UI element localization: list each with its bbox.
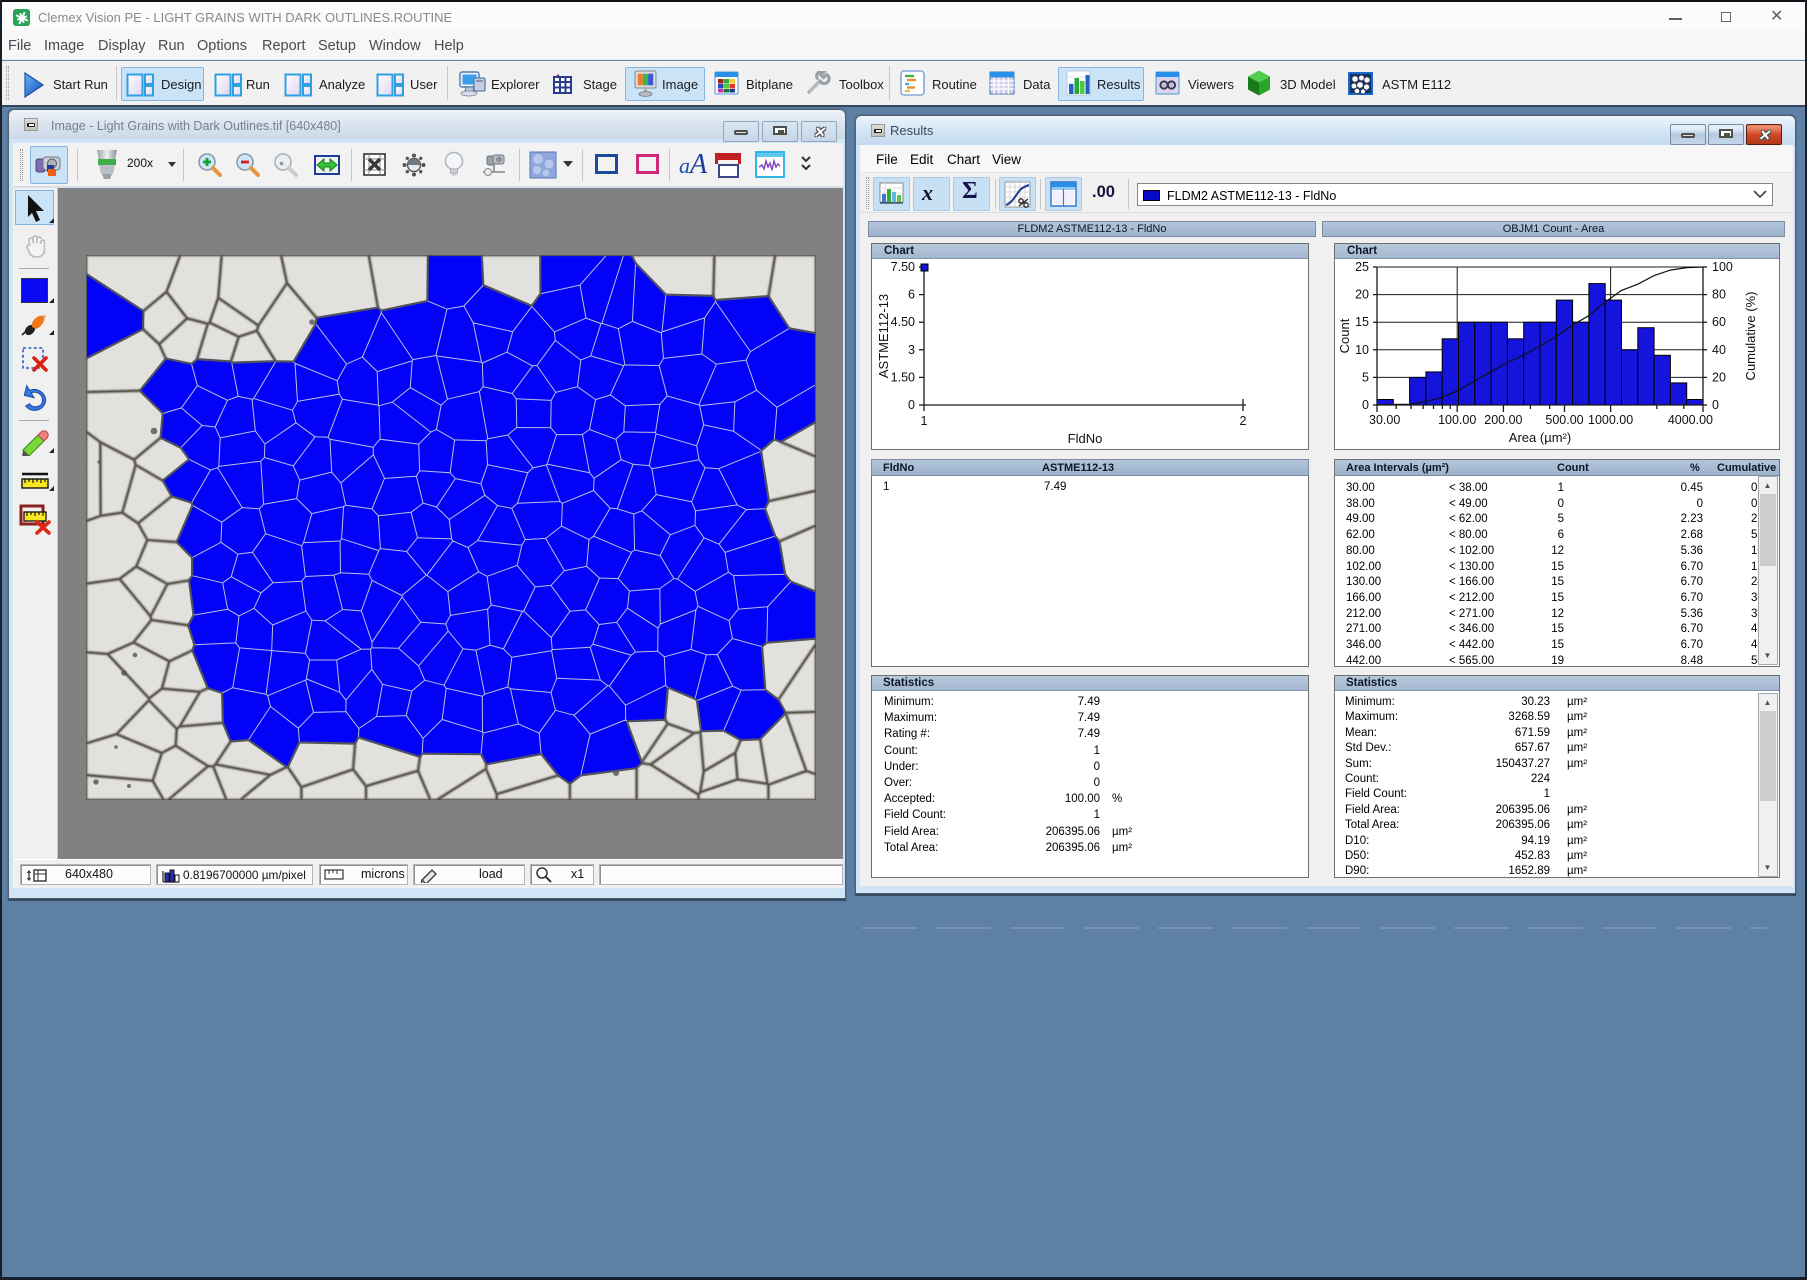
svg-text:30.00: 30.00	[1369, 413, 1400, 427]
svg-text:FldNo: FldNo	[1068, 431, 1103, 446]
svg-text:0: 0	[1712, 398, 1719, 412]
svg-text:25: 25	[1355, 260, 1369, 274]
svg-text:ASTME112-13: ASTME112-13	[876, 294, 891, 378]
svg-text:0: 0	[1362, 398, 1369, 412]
svg-text:4000.00: 4000.00	[1668, 413, 1713, 427]
svg-text:6: 6	[908, 288, 915, 302]
svg-text:5: 5	[1362, 370, 1369, 384]
svg-text:10: 10	[1355, 343, 1369, 357]
svg-text:1000.00: 1000.00	[1588, 413, 1633, 427]
svg-text:Cumulative (%): Cumulative (%)	[1743, 292, 1758, 381]
svg-text:Count: Count	[1337, 318, 1352, 353]
svg-text:7.50: 7.50	[891, 260, 915, 274]
svg-text:100.00: 100.00	[1438, 413, 1476, 427]
svg-text:100: 100	[1712, 260, 1733, 274]
svg-text:20: 20	[1712, 370, 1726, 384]
svg-text:20: 20	[1355, 288, 1369, 302]
svg-text:200.00: 200.00	[1484, 413, 1522, 427]
svg-text:1: 1	[921, 414, 928, 428]
svg-text:500.00: 500.00	[1545, 413, 1583, 427]
svg-text:Area (µm²): Area (µm²)	[1509, 430, 1571, 445]
svg-text:4.50: 4.50	[891, 315, 915, 329]
svg-text:60: 60	[1712, 315, 1726, 329]
svg-text:0: 0	[908, 398, 915, 412]
svg-text:15: 15	[1355, 315, 1369, 329]
svg-text:3: 3	[908, 343, 915, 357]
svg-text:80: 80	[1712, 288, 1726, 302]
svg-text:1.50: 1.50	[891, 370, 915, 384]
svg-text:2: 2	[1240, 414, 1247, 428]
svg-text:40: 40	[1712, 343, 1726, 357]
